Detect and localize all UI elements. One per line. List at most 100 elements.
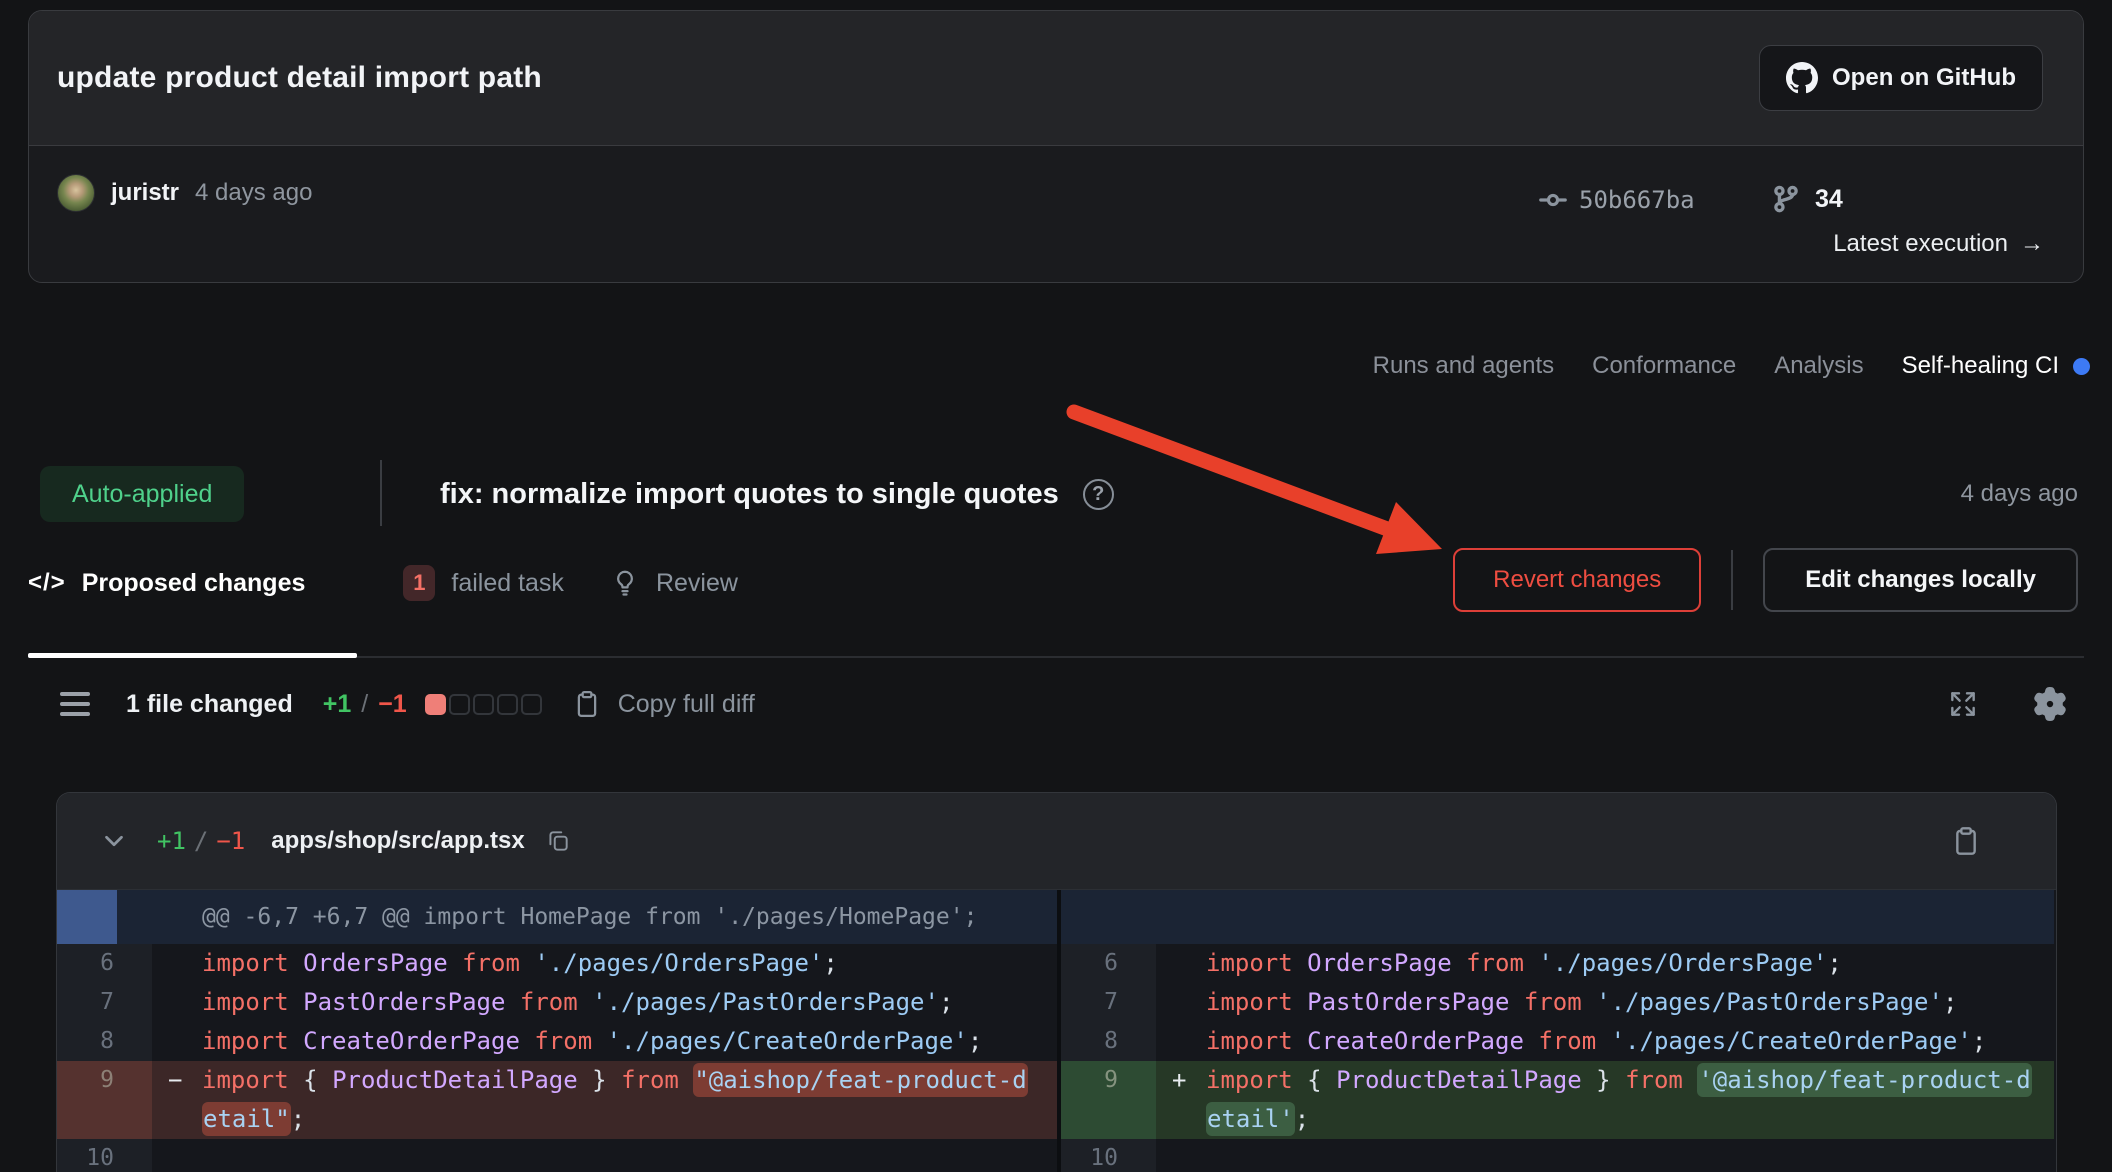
tab-analysis[interactable]: Analysis — [1774, 352, 1863, 380]
divider — [380, 460, 382, 526]
tab-self-healing-ci[interactable]: Self-healing CI — [1902, 352, 2090, 380]
diff-line: 7import PastOrdersPage from './pages/Pas… — [1061, 983, 2054, 1022]
file-list-menu-icon[interactable] — [60, 692, 90, 716]
code-icon: </> — [28, 569, 66, 597]
line-number: 9 — [57, 1061, 152, 1139]
slash: / — [194, 827, 208, 855]
files-changed-label: 1 file changed — [126, 690, 293, 719]
diff-toolbar: 1 file changed +1 / −1 Copy full diff — [56, 680, 2067, 728]
diff-blocks-meter — [425, 694, 542, 715]
latest-execution-label: Latest execution — [1833, 230, 2008, 258]
lightbulb-icon — [610, 568, 640, 598]
diff-block — [473, 694, 494, 715]
revert-changes-button[interactable]: Revert changes — [1453, 548, 1701, 612]
tab-review-label: Review — [656, 569, 738, 598]
diff-pane-modified: 6import OrdersPage from './pages/OrdersP… — [1057, 890, 2054, 1172]
notification-dot — [2073, 358, 2090, 375]
line-number: 10 — [1061, 1139, 1156, 1172]
file-diff-stats: +1 / −1 — [157, 827, 245, 855]
diff-block — [449, 694, 470, 715]
latest-execution-link[interactable]: Latest execution → — [1833, 230, 2044, 258]
divider — [1731, 550, 1733, 610]
additions-count: +1 — [323, 690, 352, 719]
diff-line: 7import PastOrdersPage from './pages/Pas… — [57, 983, 1057, 1022]
tab-conformance[interactable]: Conformance — [1592, 352, 1736, 380]
copy-file-diff-icon[interactable] — [1950, 825, 1982, 857]
open-on-github-button[interactable]: Open on GitHub — [1759, 45, 2043, 111]
branch-icon — [1771, 184, 1801, 214]
commit-author: juristr — [111, 179, 179, 207]
line-number: 6 — [1061, 944, 1156, 983]
commit-card: update product detail import path Open o… — [28, 10, 2084, 283]
diff-line: 9−import { ProductDetailPage } from "@ai… — [57, 1061, 1057, 1139]
arrow-right-icon: → — [2020, 230, 2044, 258]
clipboard-icon — [572, 689, 602, 719]
commit-author-row: juristr 4 days ago — [57, 174, 312, 212]
workspace-nav-tabs: Runs and agents Conformance Analysis Sel… — [1373, 352, 2090, 380]
tab-proposed-changes-label: Proposed changes — [82, 569, 306, 598]
github-icon — [1786, 62, 1818, 94]
line-number: 8 — [57, 1022, 152, 1061]
tab-failed-task-label: failed task — [451, 569, 564, 598]
diff-line: 10 — [57, 1139, 1057, 1172]
failed-count-badge: 1 — [403, 565, 435, 601]
diff-line: 8import CreateOrderPage from './pages/Cr… — [57, 1022, 1057, 1061]
line-number: 10 — [57, 1139, 152, 1172]
page-title: update product detail import path — [57, 61, 542, 95]
line-number — [57, 890, 152, 944]
commit-card-header: update product detail import path Open o… — [29, 11, 2083, 146]
chevron-down-icon[interactable] — [99, 826, 129, 856]
commit-sha-group[interactable]: 50b667ba — [1539, 186, 1695, 214]
file-additions: +1 — [157, 827, 186, 855]
tab-proposed-changes[interactable]: </> Proposed changes — [28, 545, 357, 621]
tab-runs-and-agents[interactable]: Runs and agents — [1373, 352, 1554, 380]
fix-time: 4 days ago — [1961, 458, 2078, 530]
file-header: +1 / −1 apps/shop/src/app.tsx — [57, 793, 2056, 890]
diff-block — [521, 694, 542, 715]
deletions-count: −1 — [378, 690, 407, 719]
help-icon[interactable]: ? — [1083, 479, 1114, 510]
pr-group[interactable]: 34 — [1771, 184, 1843, 214]
diff-line: 6import OrdersPage from './pages/OrdersP… — [1061, 944, 2054, 983]
fix-actions: Revert changes Edit changes locally — [1453, 548, 2078, 612]
diff-block — [497, 694, 518, 715]
fix-title: fix: normalize import quotes to single q… — [440, 478, 1059, 511]
diff-card: +1 / −1 apps/shop/src/app.tsx @@ -6,7 +6… — [56, 792, 2057, 1172]
diff-hunk-header — [1061, 890, 2054, 944]
diff-line: 6import OrdersPage from './pages/OrdersP… — [57, 944, 1057, 983]
file-deletions: −1 — [216, 827, 245, 855]
tab-self-healing-ci-label: Self-healing CI — [1902, 352, 2059, 380]
copy-full-diff-label: Copy full diff — [618, 690, 755, 719]
line-number: 6 — [57, 944, 152, 983]
auto-applied-badge: Auto-applied — [40, 466, 244, 522]
commit-time: 4 days ago — [195, 179, 312, 207]
diff-line: 10 — [1061, 1139, 2054, 1172]
tab-review[interactable]: Review — [610, 545, 738, 621]
diff-block — [425, 694, 446, 715]
fix-tabs-row: </> Proposed changes 1 failed task Revie… — [28, 545, 2084, 658]
copy-full-diff-button[interactable]: Copy full diff — [572, 689, 755, 719]
commit-card-body: juristr 4 days ago 50b667ba 34 Latest ex… — [29, 146, 2083, 282]
diff-panes: @@ -6,7 +6,7 @@ import HomePage from './… — [57, 890, 2056, 1172]
edit-changes-locally-button[interactable]: Edit changes locally — [1763, 548, 2078, 612]
line-number — [1061, 890, 1156, 944]
avatar — [57, 174, 95, 212]
line-number: 9 — [1061, 1061, 1156, 1139]
fix-header: Auto-applied fix: normalize import quote… — [28, 458, 2084, 530]
line-number: 7 — [1061, 983, 1156, 1022]
slash: / — [361, 690, 368, 719]
expand-fullscreen-icon[interactable] — [1947, 688, 1979, 720]
diff-line: 9+import { ProductDetailPage } from '@ai… — [1061, 1061, 2054, 1139]
line-number: 7 — [57, 983, 152, 1022]
diff-hunk-header: @@ -6,7 +6,7 @@ import HomePage from './… — [57, 890, 1057, 944]
copy-path-icon[interactable] — [545, 828, 571, 854]
pr-number: 34 — [1815, 185, 1843, 214]
tab-failed-task[interactable]: 1 failed task — [403, 545, 564, 621]
open-on-github-label: Open on GitHub — [1832, 64, 2016, 92]
diff-line: 8import CreateOrderPage from './pages/Cr… — [1061, 1022, 2054, 1061]
commit-sha: 50b667ba — [1579, 186, 1695, 214]
file-path: apps/shop/src/app.tsx — [271, 827, 524, 855]
commit-icon — [1539, 186, 1567, 214]
gear-icon[interactable] — [2033, 687, 2067, 721]
diff-pane-original: @@ -6,7 +6,7 @@ import HomePage from './… — [57, 890, 1057, 1172]
